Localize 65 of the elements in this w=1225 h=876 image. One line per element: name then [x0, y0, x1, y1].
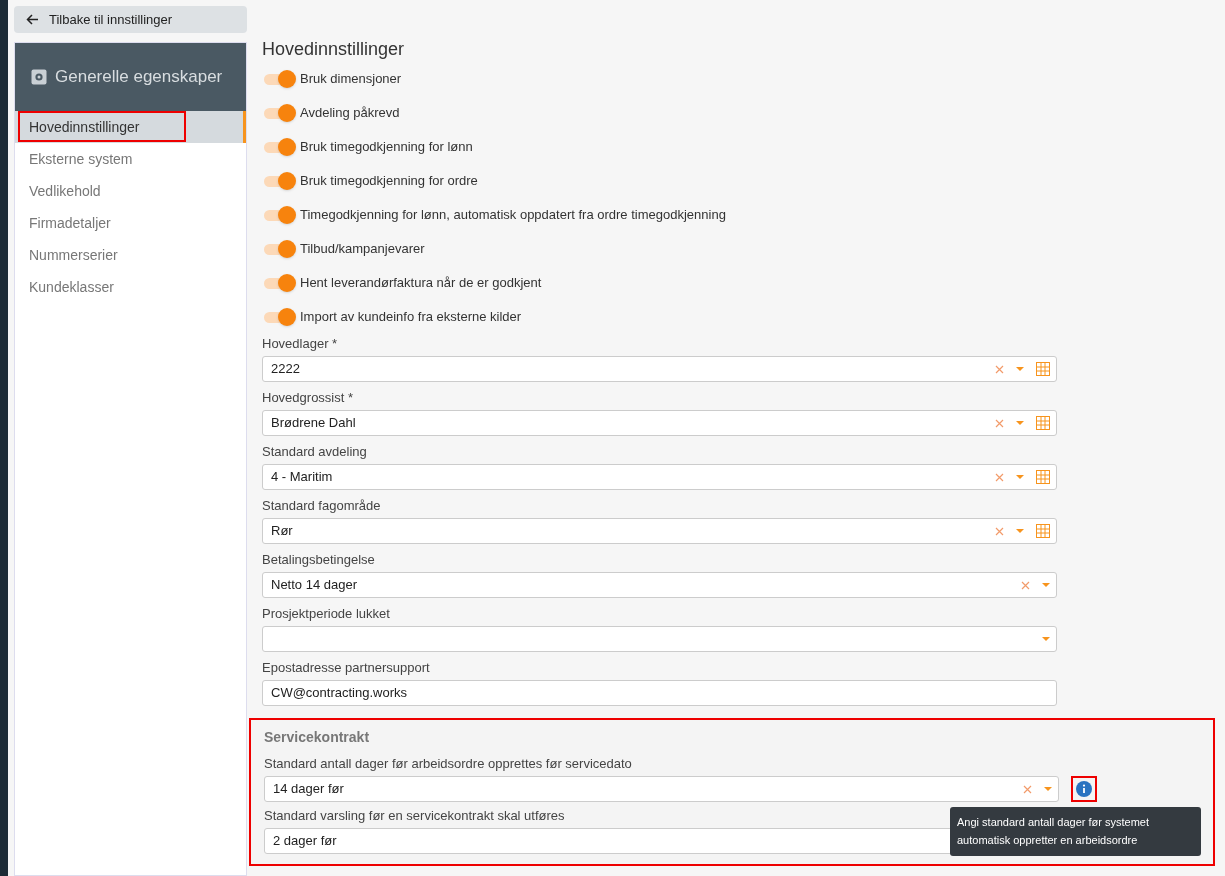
dropdown-caret-icon[interactable] — [1016, 529, 1024, 533]
select-field[interactable]: 14 dager før — [264, 776, 1059, 802]
field-label: Standard fagområde — [262, 498, 381, 514]
sidebar-item[interactable]: Eksterne system — [15, 143, 246, 175]
field-label: Betalingsbetingelse — [262, 552, 375, 568]
toggle-switch[interactable] — [262, 238, 297, 260]
toggle-label: Avdeling påkrevd — [300, 104, 400, 123]
toggle-switch[interactable] — [262, 68, 297, 90]
dropdown-caret-icon[interactable] — [1042, 637, 1050, 641]
toggle-switch[interactable] — [262, 306, 297, 328]
clear-icon[interactable] — [1021, 580, 1030, 590]
toggle-switch[interactable] — [262, 102, 297, 124]
toggle-label: Tilbud/kampanjevarer — [300, 240, 425, 259]
toggle-label: Import av kundeinfo fra eksterne kilder — [300, 308, 522, 327]
clear-icon[interactable] — [995, 418, 1004, 428]
clear-icon[interactable] — [995, 526, 1004, 536]
dropdown-caret-icon[interactable] — [1016, 367, 1024, 371]
toggle-label: Hent leverandørfaktura når de er godkjent — [300, 274, 542, 293]
toggle-switch[interactable] — [262, 204, 297, 226]
toggle-label: Bruk timegodkjenning for ordre — [300, 172, 478, 191]
field-label: Hovedgrossist * — [262, 390, 354, 406]
select-field[interactable]: Netto 14 dager — [262, 572, 1057, 598]
select-field[interactable]: 2222 — [262, 356, 1057, 382]
sidebar-item[interactable]: Vedlikehold — [15, 175, 246, 207]
gear-icon — [31, 69, 47, 85]
toggle-switch[interactable] — [262, 272, 297, 294]
field-label: Standard avdeling — [262, 444, 367, 460]
sidebar-item[interactable]: Hovedinnstillinger — [15, 111, 246, 143]
grid-icon[interactable] — [1036, 362, 1050, 376]
sidebar-item[interactable]: Firmadetaljer — [15, 207, 246, 239]
toggle-label: Timegodkjenning for lønn, automatisk oppdatert fra ordre timegodkjenning — [300, 206, 726, 225]
page-title: Hovedinnstillinger — [262, 38, 406, 61]
toggle-label: Bruk dimensjoner — [300, 70, 402, 89]
sidebar-title: Generelle egenskaper — [55, 66, 223, 89]
clear-icon[interactable] — [1023, 784, 1032, 794]
field-label: Prosjektperiode lukket — [262, 606, 390, 622]
dropdown-caret-icon[interactable] — [1016, 421, 1024, 425]
toggle-label: Bruk timegodkjenning for lønn — [300, 138, 473, 157]
field-label: Standard antall dager før arbeidsordre opprettes før servicedato — [264, 756, 632, 772]
select-field[interactable]: 4 - Maritim — [262, 464, 1057, 490]
select-field[interactable]: Brødrene Dahl — [262, 410, 1057, 436]
grid-icon[interactable] — [1036, 470, 1050, 484]
clear-icon[interactable] — [995, 364, 1004, 374]
dropdown-caret-icon[interactable] — [1016, 475, 1024, 479]
info-button[interactable] — [1071, 776, 1097, 802]
field-label: Hovedlager * — [262, 336, 338, 352]
sidebar-item[interactable]: Nummerserier — [15, 239, 246, 271]
back-button[interactable]: Tilbake til innstillinger — [14, 6, 247, 33]
grid-icon[interactable] — [1036, 524, 1050, 538]
select-field[interactable]: Rør — [262, 518, 1057, 544]
dropdown-caret-icon[interactable] — [1044, 787, 1052, 791]
grid-icon[interactable] — [1036, 416, 1050, 430]
clear-icon[interactable] — [995, 472, 1004, 482]
back-arrow-icon — [26, 14, 39, 25]
section-title: Servicekontrakt — [264, 728, 371, 747]
input-field[interactable]: CW@contracting.works — [262, 680, 1057, 706]
dropdown-caret-icon[interactable] — [1042, 583, 1050, 587]
toggle-switch[interactable] — [262, 170, 297, 192]
toggle-switch[interactable] — [262, 136, 297, 158]
tooltip: Angi standard antall dager før systemet automatisk oppretter en arbeidsordre — [950, 807, 1201, 856]
info-icon — [1076, 781, 1092, 797]
select-field[interactable] — [262, 626, 1057, 652]
sidebar-item[interactable]: Kundeklasser — [15, 271, 246, 303]
field-label: Epostadresse partnersupport — [262, 660, 430, 676]
field-label: Standard varsling før en servicekontrakt skal utføres — [264, 808, 565, 824]
